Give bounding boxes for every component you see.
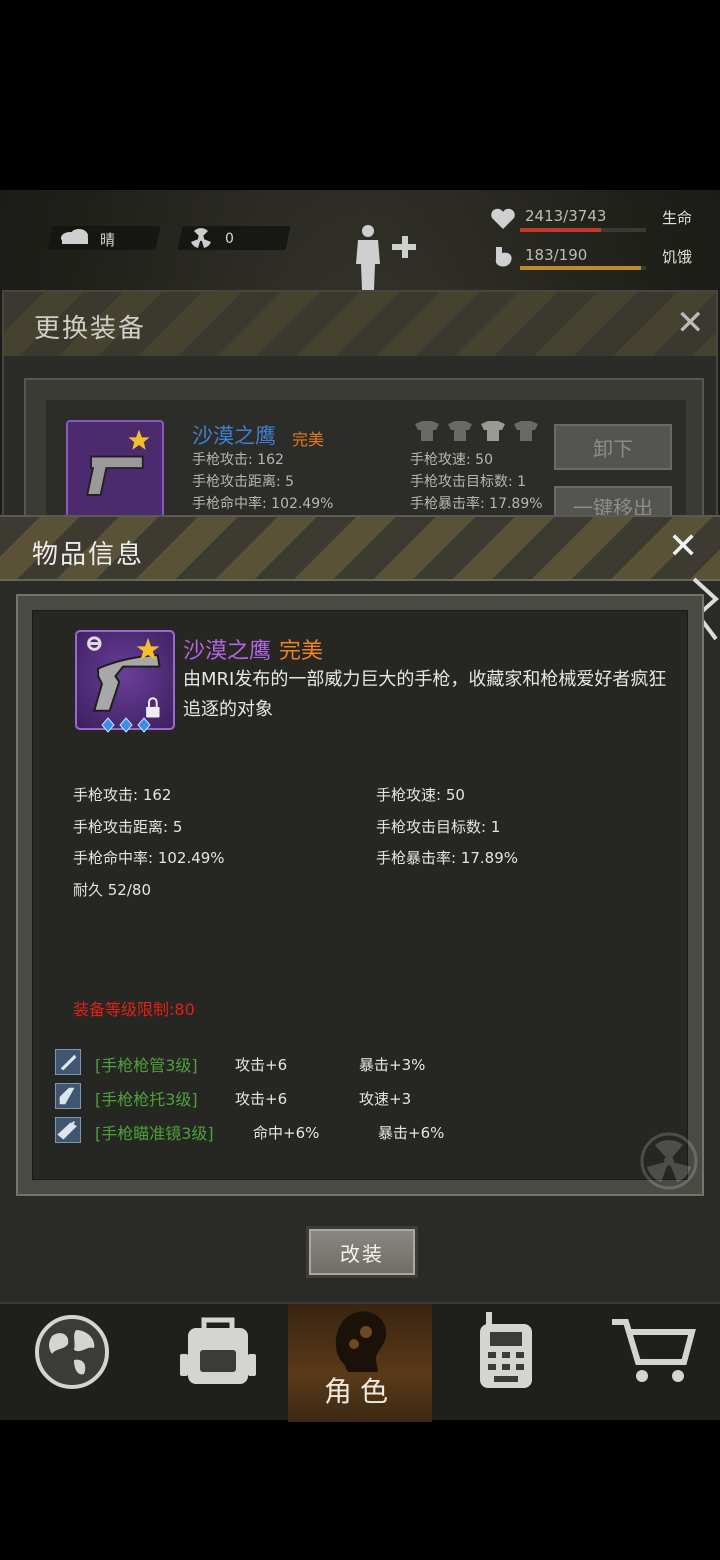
item-name: 沙漠之鹰: [183, 639, 272, 664]
shirt-slot-icon: [448, 421, 472, 441]
mod-stat: 暴击+6%: [378, 1124, 445, 1142]
shirt-slot-icon: [481, 421, 505, 441]
radiation-icon: [191, 228, 211, 248]
stat-crit: 手枪暴击率: 17.89%: [376, 849, 519, 867]
heart-icon: [491, 208, 515, 229]
shirt-slot-icon: [514, 421, 538, 441]
globe-icon: [35, 1315, 109, 1389]
nav-tab-inventory[interactable]: [144, 1304, 288, 1422]
equip-stat-speed: 手枪攻速: 50: [410, 452, 493, 468]
hunger-label: 饥饿: [662, 248, 693, 266]
radio-icon: [480, 1312, 532, 1388]
equip-stat-targets: 手枪攻击目标数: 1: [410, 474, 527, 490]
nav-tab-shop[interactable]: [576, 1304, 720, 1422]
equip-close-icon[interactable]: ✕: [676, 306, 705, 340]
item-description: 由MRI发布的一部威力巨大的手枪，收藏家和枪械爱好者疯狂追逐的对象: [183, 669, 667, 720]
equip-stat-range: 手枪攻击距离: 5: [192, 474, 295, 490]
bottom-navigation: 角色: [0, 1302, 720, 1422]
body-status-icon[interactable]: [348, 222, 418, 292]
equip-stat-crit: 手枪暴击率: 17.89%: [410, 496, 543, 512]
equipped-pistol-icon: [66, 420, 164, 518]
mod-name: [手枪枪托3级]: [95, 1090, 198, 1109]
stat-durability: 耐久 52/80: [73, 881, 151, 899]
stat-accuracy: 手枪命中率: 102.49%: [73, 849, 225, 867]
item-info-dialog: 物品信息 ✕ 沙漠之鹰 完美 由MRI发布的一部威力巨大的手枪，收藏家和枪械爱好…: [0, 515, 720, 1305]
info-dialog-title: 物品信息: [32, 540, 145, 570]
equip-panel-title: 更换装备: [34, 314, 147, 344]
modify-button[interactable]: 改装: [306, 1226, 418, 1278]
mod-name: [手枪枪管3级]: [95, 1056, 198, 1075]
scope-mod-icon: [55, 1117, 81, 1143]
info-frame: 沙漠之鹰 完美 由MRI发布的一部威力巨大的手枪，收藏家和枪械爱好者疯狂追逐的对…: [16, 594, 704, 1196]
stock-mod-icon: [55, 1083, 81, 1109]
nav-tab-character[interactable]: 角色: [288, 1304, 432, 1422]
equipped-item-card[interactable]: 沙漠之鹰 完美 手枪攻击: 162 手枪攻击距离: 5 手枪命中率: 102.4…: [24, 378, 704, 538]
unequip-button[interactable]: 卸下: [554, 424, 672, 470]
mod-stat: 暴击+3%: [359, 1056, 426, 1074]
nav-tab-world[interactable]: [0, 1304, 144, 1422]
cloudy-weather-icon: [61, 229, 88, 244]
health-bar: [520, 228, 646, 232]
close-icon[interactable]: ✕: [668, 529, 698, 565]
equip-stat-attack: 手枪攻击: 162: [192, 452, 284, 468]
nav-tab-radio[interactable]: [432, 1304, 576, 1422]
weather-text: 晴: [100, 231, 116, 249]
item-quality: 完美: [279, 639, 324, 664]
mod-name: [手枪瞄准镜3级]: [95, 1124, 214, 1143]
mod-stat: 攻速+3: [359, 1090, 412, 1108]
stomach-icon: [495, 247, 512, 267]
stat-targets: 手枪攻击目标数: 1: [376, 818, 501, 836]
backpack-icon: [180, 1317, 256, 1384]
hunger-bar: [520, 266, 646, 270]
health-label: 生命: [662, 209, 693, 227]
hunger-value: 183/190: [525, 246, 588, 264]
equipped-item-quality: 完美: [292, 430, 325, 449]
mod-stat: 攻击+6: [235, 1090, 288, 1108]
stat-attack: 手枪攻击: 162: [73, 786, 172, 804]
enhance-gems-icon: [101, 717, 151, 733]
shirt-slot-icon: [415, 421, 439, 441]
barrel-mod-icon: [55, 1049, 81, 1075]
pistol-item-icon: [75, 630, 175, 730]
radiation-watermark-icon: [640, 1132, 698, 1190]
info-body: 沙漠之鹰 完美 由MRI发布的一部威力巨大的手枪，收藏家和枪械爱好者疯狂追逐的对…: [32, 610, 698, 1190]
mod-stat: 命中+6%: [253, 1124, 320, 1142]
character-icon: [335, 1311, 387, 1372]
mod-stat: 攻击+6: [235, 1056, 288, 1074]
level-requirement: 装备等级限制:80: [73, 1000, 195, 1019]
stat-range: 手枪攻击距离: 5: [73, 818, 183, 836]
equipped-item-name: 沙漠之鹰: [192, 424, 276, 448]
nav-label-character: 角色: [323, 1375, 396, 1408]
stat-speed: 手枪攻速: 50: [376, 786, 465, 804]
equip-stat-accuracy: 手枪命中率: 102.49%: [192, 496, 334, 512]
radiation-value: 0: [225, 231, 234, 247]
health-value: 2413/3743: [525, 207, 607, 225]
cart-icon: [612, 1319, 696, 1382]
